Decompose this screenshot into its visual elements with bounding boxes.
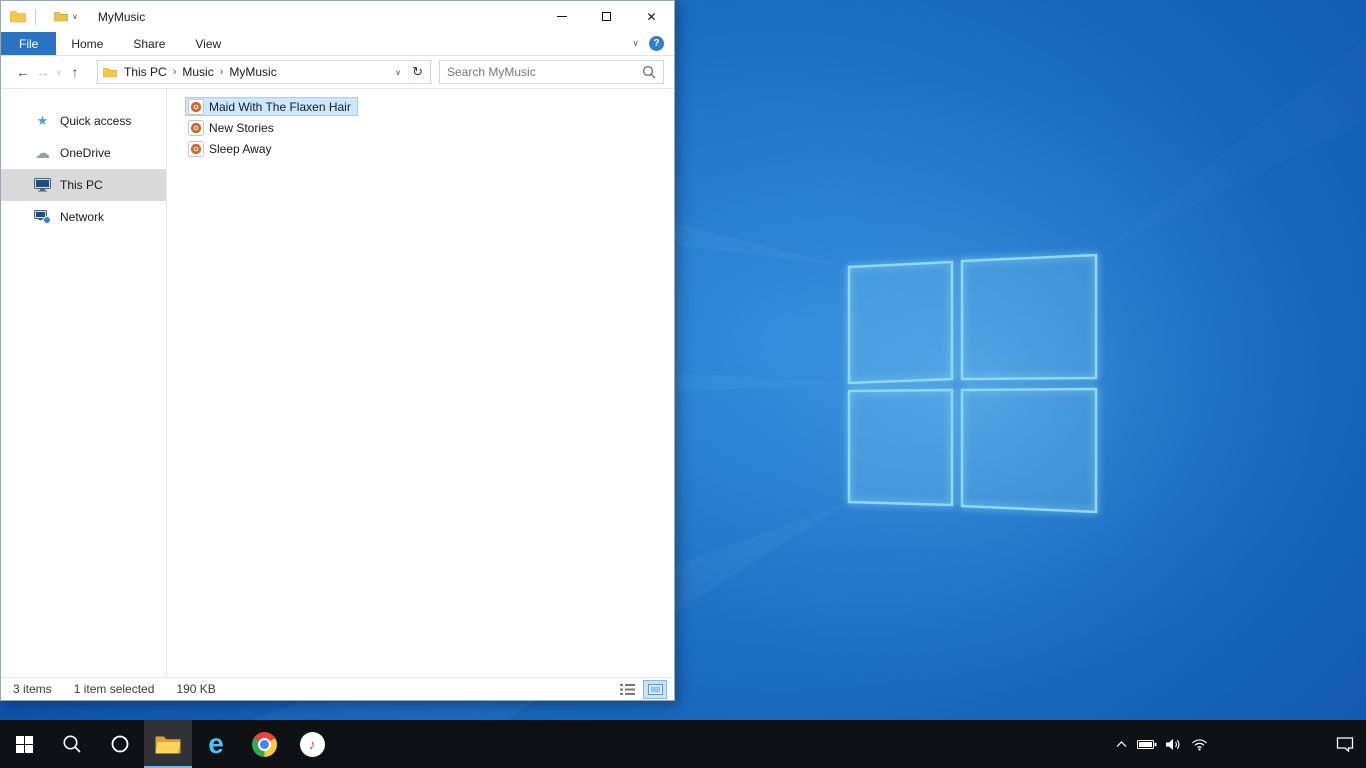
star-icon: ★ <box>36 113 49 128</box>
quick-access-toolbar-folder-icon[interactable] <box>54 11 68 22</box>
sidebar-item-label: This PC <box>60 178 103 192</box>
music-file-icon <box>188 119 204 136</box>
file-name: New Stories <box>209 120 274 135</box>
internet-explorer-icon: e <box>208 728 224 759</box>
address-bar[interactable]: This PC › Music › MyMusic ∨ ↻ <box>97 60 431 84</box>
cloud-icon: ☁ <box>35 145 50 162</box>
forward-button[interactable]: → <box>33 65 53 79</box>
breadcrumb-music[interactable]: Music <box>180 65 215 79</box>
breadcrumb-mymusic[interactable]: MyMusic <box>227 65 278 79</box>
speaker-icon[interactable] <box>1160 720 1186 768</box>
sidebar-item-label: Quick access <box>60 114 132 128</box>
maximize-button[interactable] <box>584 1 629 32</box>
search-icon <box>63 735 81 753</box>
windows-logo-icon <box>15 735 33 753</box>
search-box[interactable] <box>439 60 664 84</box>
divider <box>35 8 36 25</box>
tab-home[interactable]: Home <box>56 32 118 55</box>
recent-locations-chevron-icon[interactable]: ∨ <box>53 68 65 77</box>
action-center-icon <box>1336 737 1354 752</box>
system-tray <box>1108 720 1366 768</box>
customize-toolbar-chevron-icon[interactable]: ∨ <box>72 12 78 21</box>
tab-view[interactable]: View <box>180 32 236 55</box>
search-icon[interactable] <box>642 65 656 79</box>
maximize-icon <box>602 12 611 21</box>
taskbar-music-button[interactable]: ♪ <box>288 720 336 768</box>
tab-file[interactable]: File <box>1 32 57 55</box>
back-button[interactable]: ← <box>13 65 33 79</box>
tab-share[interactable]: Share <box>118 32 180 55</box>
network-icon <box>34 210 51 224</box>
start-button[interactable] <box>0 720 48 768</box>
taskbar-search-button[interactable] <box>48 720 96 768</box>
taskbar: e ♪ <box>0 720 1366 768</box>
taskbar-chrome-button[interactable] <box>240 720 288 768</box>
file-explorer-window: ∨ MyMusic ✕ File Home Share View ∨ ? ← →… <box>0 0 675 701</box>
title-bar[interactable]: ∨ MyMusic ✕ <box>1 1 674 32</box>
cortana-icon <box>111 735 129 753</box>
up-button[interactable]: ↑ <box>65 65 85 79</box>
address-dropdown-chevron-icon[interactable]: ∨ <box>388 68 408 77</box>
close-button[interactable]: ✕ <box>629 1 674 32</box>
file-name: Sleep Away <box>209 141 272 156</box>
items-count: 3 items <box>13 682 52 696</box>
wifi-icon[interactable] <box>1186 720 1212 768</box>
help-icon[interactable]: ? <box>649 36 664 51</box>
minimize-button[interactable] <box>539 1 584 32</box>
sidebar-item-label: OneDrive <box>60 146 111 160</box>
file-list[interactable]: Maid With The Flaxen Hair New Stories Sl… <box>167 89 674 677</box>
address-folder-icon <box>103 67 117 78</box>
music-file-icon <box>188 140 204 157</box>
refresh-icon[interactable]: ↻ <box>408 61 430 83</box>
sidebar-item-this-pc[interactable]: This PC <box>1 169 166 201</box>
window-title: MyMusic <box>97 9 146 24</box>
sidebar-item-label: Network <box>60 210 105 224</box>
status-bar: 3 items 1 item selected 190 KB <box>1 677 674 700</box>
minimize-icon <box>556 16 567 17</box>
itunes-icon: ♪ <box>299 731 325 757</box>
navigation-pane: ★ Quick access ☁ OneDrive This PC Networ… <box>1 89 167 677</box>
sidebar-item-quick-access[interactable]: ★ Quick access <box>1 105 166 137</box>
breadcrumb-this-pc[interactable]: This PC <box>122 65 169 79</box>
music-file-icon <box>188 98 204 115</box>
show-hidden-icons-button[interactable] <box>1108 720 1134 768</box>
breadcrumb-separator-icon[interactable]: › <box>216 66 228 78</box>
sidebar-item-network[interactable]: Network <box>1 201 166 233</box>
selection-size: 190 KB <box>176 682 216 696</box>
expand-ribbon-chevron-icon[interactable]: ∨ <box>632 38 639 49</box>
taskbar-file-explorer-button[interactable] <box>144 720 192 768</box>
taskbar-internet-explorer-button[interactable]: e <box>192 720 240 768</box>
action-center-button[interactable] <box>1324 736 1366 752</box>
file-item-new-stories[interactable]: New Stories <box>185 118 281 137</box>
breadcrumb-separator-icon[interactable]: › <box>169 66 181 78</box>
large-icons-view-button[interactable] <box>643 679 667 699</box>
search-input[interactable] <box>440 65 635 79</box>
battery-icon[interactable] <box>1134 720 1160 768</box>
file-name: Maid With The Flaxen Hair <box>209 99 351 114</box>
sidebar-item-onedrive[interactable]: ☁ OneDrive <box>1 137 166 169</box>
cortana-button[interactable] <box>96 720 144 768</box>
selection-count: 1 item selected <box>73 682 155 696</box>
details-view-button[interactable] <box>616 681 638 698</box>
computer-icon <box>34 178 51 192</box>
file-explorer-icon <box>155 736 181 754</box>
chrome-icon <box>251 731 277 757</box>
chevron-up-icon <box>1116 740 1126 747</box>
ribbon-tab-bar: File Home Share View ∨ ? <box>1 32 674 56</box>
file-item-sleep-away[interactable]: Sleep Away <box>185 139 279 158</box>
navigation-toolbar: ← → ∨ ↑ This PC › Music › MyMusic ∨ ↻ <box>1 56 674 89</box>
file-item-maid-with-the-flaxen-hair[interactable]: Maid With The Flaxen Hair <box>185 97 358 116</box>
folder-icon <box>10 10 26 23</box>
